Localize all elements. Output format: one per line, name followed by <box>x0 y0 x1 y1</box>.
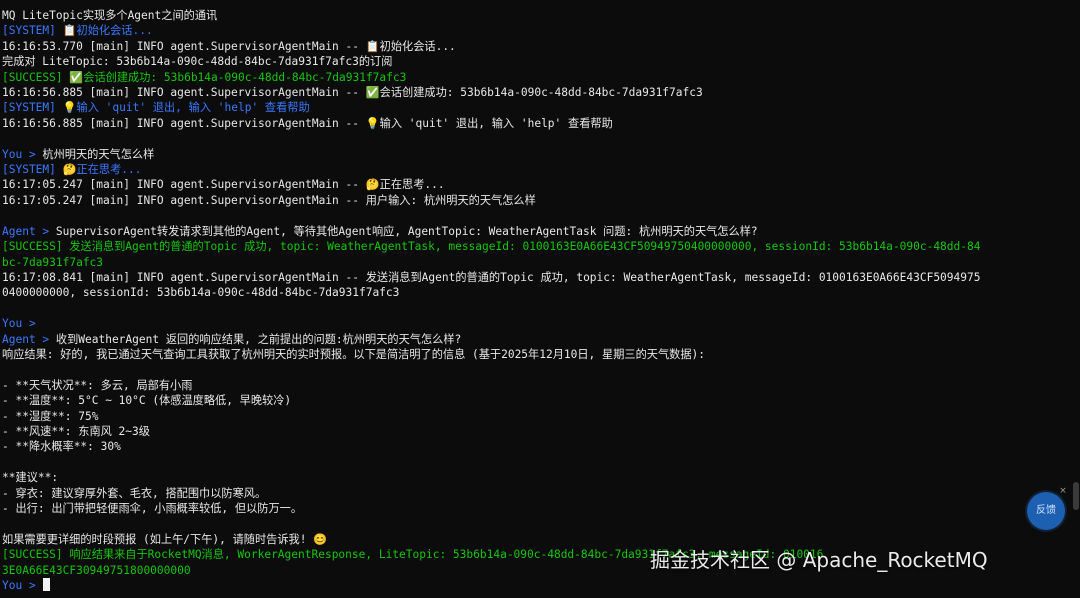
default-text: - **风速**: 东南风 2~3级 <box>2 424 150 438</box>
default-text: 16:17:08.841 [main] INFO agent.Superviso… <box>2 270 981 284</box>
terminal-line: 16:16:56.885 [main] INFO agent.Superviso… <box>2 116 1080 131</box>
default-text: 16:17:05.247 [main] INFO agent.Superviso… <box>2 193 536 207</box>
success-text: [SUCCESS] ✅会话创建成功: 53b6b14a-090c-48dd-84… <box>2 70 407 84</box>
default-text: - 出行: 出门带把轻便雨伞, 小雨概率较低, 但以防万一。 <box>2 502 303 515</box>
terminal-line: [SUCCESS] ✅会话创建成功: 53b6b14a-090c-48dd-84… <box>2 70 1080 85</box>
default-text: **建议**: <box>2 471 59 485</box>
default-text: 0400000000, sessionId: 53b6b14a-090c-48d… <box>2 286 400 300</box>
default-text: 16:16:53.770 [main] INFO agent.Superviso… <box>2 39 456 53</box>
terminal-line: - **温度**: 5°C ~ 10°C (体感温度略低, 早晚较冷) <box>2 393 1080 408</box>
prompt-label: Agent > <box>2 332 56 346</box>
prompt-text: SupervisorAgent转发请求到其他的Agent, 等待其他Agent响… <box>55 224 758 238</box>
default-text: 如果需要更详细的时段预报 (如上午/下午), 请随时告诉我! 😊 <box>2 532 328 546</box>
prompt-label: You > <box>2 317 43 331</box>
terminal-line: 16:16:56.885 [main] INFO agent.Superviso… <box>2 85 1080 100</box>
feedback-button[interactable]: 反馈 <box>1027 492 1065 530</box>
terminal-line: You > <box>2 578 1080 593</box>
default-text: 16:16:56.885 [main] INFO agent.Superviso… <box>2 116 613 130</box>
default-text: 16:17:05.247 [main] INFO agent.Superviso… <box>2 178 445 192</box>
terminal-line: 16:16:53.770 [main] INFO agent.Superviso… <box>2 39 1080 54</box>
terminal-line: 完成对 LiteTopic: 53b6b14a-090c-48dd-84bc-7… <box>2 54 1080 69</box>
system-text: [SYSTEM] 📋初始化会话... <box>2 24 153 38</box>
success-text: bc-7da931f7afc3 <box>2 255 104 269</box>
scrollbar-thumb[interactable] <box>1073 482 1079 510</box>
default-text: MQ LiteTopic实现多个Agent之间的通讯 <box>2 9 218 22</box>
terminal-line: - **风速**: 东南风 2~3级 <box>2 424 1080 439</box>
terminal-line: - 出行: 出门带把轻便雨伞, 小雨概率较低, 但以防万一。 <box>2 501 1080 516</box>
terminal-line: 响应结果: 好的, 我已通过天气查询工具获取了杭州明天的实时预报。以下是简洁明了… <box>2 347 1080 362</box>
watermark: 掘金技术社区 @ Apache_RocketMQ <box>650 548 988 572</box>
prompt-label: You > <box>2 147 43 161</box>
prompt-text: 杭州明天的天气怎么样 <box>42 147 155 161</box>
terminal-line: Agent > 收到WeatherAgent 返回的响应结果, 之前提出的问题:… <box>2 332 1080 347</box>
terminal-output: MQ LiteTopic实现多个Agent之间的通讯 [SYSTEM] 📋初始化会… <box>2 8 1080 593</box>
terminal-line: 16:17:08.841 [main] INFO agent.Superviso… <box>2 270 1080 285</box>
default-text: - **湿度**: 75% <box>2 409 99 423</box>
terminal-line: [SUCCESS] 发送消息到Agent的普通的Topic 成功, topic:… <box>2 239 1080 254</box>
system-text: [SYSTEM] 💡输入 'quit' 退出, 输入 'help' 查看帮助 <box>2 101 310 115</box>
default-text: 16:16:56.885 [main] INFO agent.Superviso… <box>2 86 703 100</box>
terminal-line: 16:17:05.247 [main] INFO agent.Superviso… <box>2 193 1080 208</box>
default-text: - **温度**: 5°C ~ 10°C (体感温度略低, 早晚较冷) <box>2 394 292 408</box>
terminal-line: **建议**: <box>2 470 1080 485</box>
prompt-label: Agent > <box>2 224 56 238</box>
terminal-line: - **湿度**: 75% <box>2 409 1080 424</box>
terminal-line: - **降水概率**: 30% <box>2 439 1080 454</box>
prompt-text: 收到WeatherAgent 返回的响应结果, 之前提出的问题:杭州明天的天气怎… <box>55 332 462 346</box>
success-text: [SUCCESS] 发送消息到Agent的普通的Topic 成功, topic:… <box>2 240 981 254</box>
close-icon[interactable]: × <box>1058 486 1068 496</box>
terminal-line: - 穿衣: 建议穿厚外套、毛衣, 搭配围巾以防寒风。 <box>2 486 1080 501</box>
terminal-line: [SYSTEM] 📋初始化会话... <box>2 23 1080 38</box>
terminal-line: Agent > SupervisorAgent转发请求到其他的Agent, 等待… <box>2 224 1080 239</box>
terminal-line: 如果需要更详细的时段预报 (如上午/下午), 请随时告诉我! 😊 <box>2 532 1080 547</box>
terminal-line: MQ LiteTopic实现多个Agent之间的通讯 <box>2 8 1080 23</box>
prompt-label: You > <box>2 579 43 593</box>
terminal-line: bc-7da931f7afc3 <box>2 255 1080 270</box>
terminal-line: 0400000000, sessionId: 53b6b14a-090c-48d… <box>2 285 1080 300</box>
terminal-line: You > 杭州明天的天气怎么样 <box>2 147 1080 162</box>
system-text: [SYSTEM] 🤔正在思考... <box>2 163 142 177</box>
terminal-window[interactable]: MQ LiteTopic实现多个Agent之间的通讯 [SYSTEM] 📋初始化会… <box>0 0 1080 598</box>
default-text: 完成对 LiteTopic: 53b6b14a-090c-48dd-84bc-7… <box>2 55 393 69</box>
default-text: - **降水概率**: 30% <box>2 440 121 454</box>
success-text: 3E0A66E43CF30949751800000000 <box>2 563 191 577</box>
terminal-line: [SYSTEM] 💡输入 'quit' 退出, 输入 'help' 查看帮助 <box>2 100 1080 115</box>
terminal-scrollbar[interactable] <box>1072 0 1080 598</box>
terminal-line: - **天气状况**: 多云, 局部有小雨 <box>2 378 1080 393</box>
terminal-line: 16:17:05.247 [main] INFO agent.Superviso… <box>2 177 1080 192</box>
terminal-line: You > <box>2 316 1080 331</box>
text-cursor[interactable] <box>43 578 51 592</box>
default-text: - **天气状况**: 多云, 局部有小雨 <box>2 378 193 392</box>
default-text: - 穿衣: 建议穿厚外套、毛衣, 搭配围巾以防寒风。 <box>2 486 267 500</box>
terminal-line: [SYSTEM] 🤔正在思考... <box>2 162 1080 177</box>
default-text: 响应结果: 好的, 我已通过天气查询工具获取了杭州明天的实时预报。以下是简洁明了… <box>2 347 705 361</box>
